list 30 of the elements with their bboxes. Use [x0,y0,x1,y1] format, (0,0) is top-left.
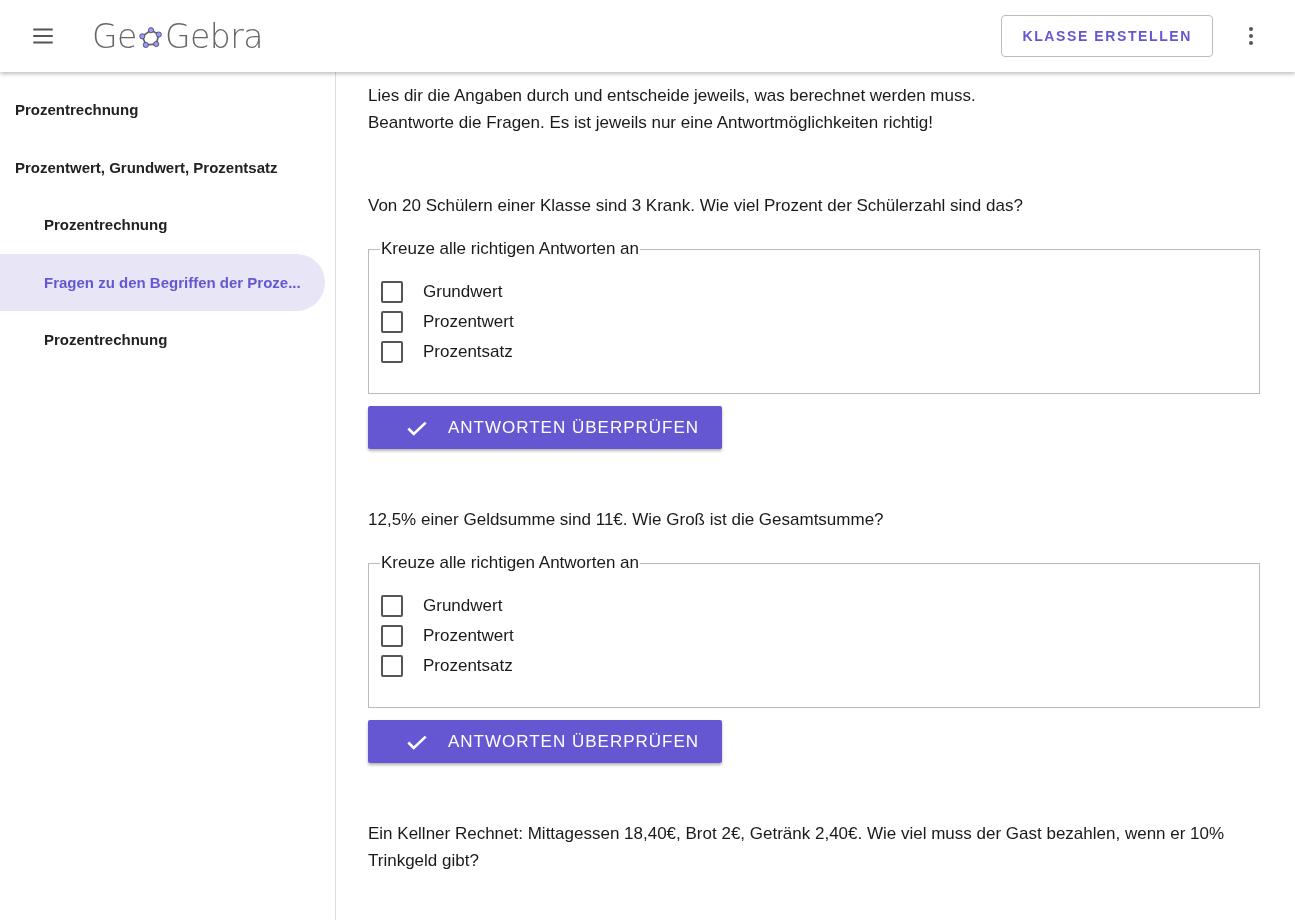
option-label: Prozentsatz [423,656,513,676]
sidebar-item[interactable]: Prozentrechnung [0,81,325,139]
question-text: Von 20 Schülern einer Klasse sind 3 Krank. Wie viel Prozent der Schülerzahl sind das? [368,195,1024,217]
checkbox[interactable] [381,341,403,363]
checkbox[interactable] [381,625,403,647]
checkbox[interactable] [381,595,403,617]
instruction-text: Lies dir die Angaben durch und entscheide jeweils, was berechnet werden muss. [368,85,977,107]
checkbox[interactable] [381,281,403,303]
create-class-button[interactable]: KLASSE ERSTELLEN [1001,15,1213,57]
option-label: Prozentsatz [423,342,513,362]
option-label: Grundwert [423,596,503,616]
option-label: Prozentwert [423,626,514,646]
checkbox[interactable] [381,311,403,333]
sidebar-item[interactable]: Prozentrechnung [0,196,325,254]
logo-text: Ge [92,16,137,56]
question-text: 12,5% einer Geldsumme sind 11€. Wie Groß ist die Gesamtsumme? [368,509,885,531]
option-label: Prozentwert [423,312,514,332]
checkbox[interactable] [381,655,403,677]
group-legend: Kreuze alle richtigen Antworten an [380,553,640,573]
option-label: Grundwert [423,282,503,302]
pentagon-logo-icon [137,25,164,51]
logo-text: Gebra [164,16,263,56]
sidebar-item[interactable]: Prozentwert, Grundwert, Prozentsatz [0,138,325,196]
sidebar-item[interactable]: Prozentrechnung [0,311,325,369]
group-legend: Kreuze alle richtigen Antworten an [380,239,640,259]
check-answers-button[interactable]: ANTWORTEN ÜBERPRÜFEN [368,720,722,763]
question-text: Ein Kellner Rechnet: Mittagessen 18,40€, Brot 2€, Getränk 2,40€. Wie viel muss der Gast bezahlen, wenn er 10% Trinkgeld gibt? [368,823,1226,872]
sidebar-item[interactable]: Fragen zu den Begriffen der Proze... [0,253,325,311]
check-answers-button[interactable]: ANTWORTEN ÜBERPRÜFEN [368,406,722,449]
instruction-text: Beantworte die Fragen. Es ist jeweils nur eine Antwortmöglichkeiten richtig! [368,112,935,134]
